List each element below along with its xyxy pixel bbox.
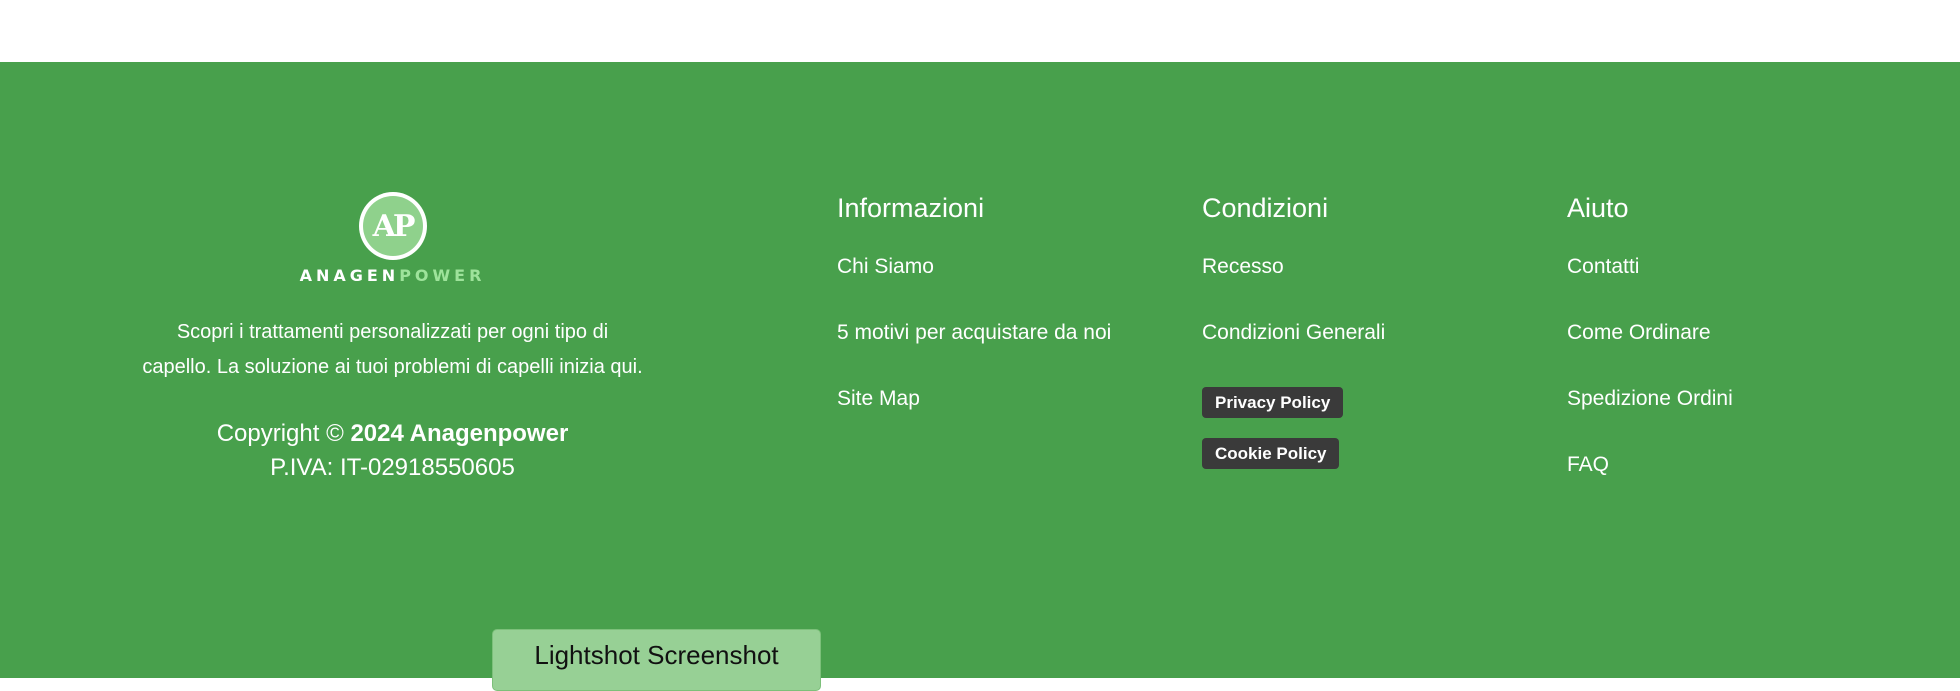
brand-block: AP ANAGENPOWER Scopri i trattamenti pers… — [100, 192, 685, 485]
column-title-condizioni: Condizioni — [1202, 193, 1329, 223]
logo-word-power: POWER — [399, 266, 486, 285]
cookie-policy-button[interactable]: Cookie Policy — [1202, 438, 1340, 469]
anagenpower-logo-icon[interactable]: AP — [358, 192, 427, 260]
copyright-owner: 2024 Anagenpower — [350, 420, 569, 447]
footer-link-condizioni-generali[interactable]: Condizioni Generali — [1202, 321, 1385, 344]
footer-link-come-ordinare[interactable]: Come Ordinare — [1567, 321, 1711, 344]
footer-column-informazioni: Informazioni Chi Siamo 5 motivi per acqu… — [837, 190, 1111, 452]
lightshot-screenshot-tooltip: Lightshot Screenshot — [492, 629, 821, 691]
footer-column-condizioni: Condizioni Recesso Condizioni Generali P… — [1202, 190, 1385, 488]
footer-link-spedizione-ordini[interactable]: Spedizione Ordini — [1567, 387, 1733, 410]
vat-number: P.IVA: IT-02918550605 — [270, 454, 515, 481]
logo-wordmark[interactable]: ANAGENPOWER — [100, 266, 685, 285]
brand-description-line-1: Scopri i trattamenti personalizzati per … — [176, 321, 609, 343]
footer-link-faq[interactable]: FAQ — [1567, 453, 1609, 476]
footer-link-chi-siamo[interactable]: Chi Siamo — [837, 255, 934, 278]
footer-link-site-map[interactable]: Site Map — [837, 387, 920, 410]
logo-monogram: AP — [362, 196, 423, 256]
brand-description: Scopri i trattamenti personalizzati per … — [100, 315, 685, 385]
footer-column-aiuto: Aiuto Contatti Come Ordinare Spedizione … — [1567, 190, 1733, 518]
logo-word-anagen: ANAGEN — [299, 266, 400, 285]
column-title-informazioni: Informazioni — [837, 193, 985, 223]
page-top-area — [0, 0, 1960, 62]
footer-link-recesso[interactable]: Recesso — [1202, 255, 1284, 278]
copyright-prefix: Copyright © — [216, 420, 351, 447]
footer-link-5-motivi[interactable]: 5 motivi per acquistare da noi — [837, 321, 1111, 344]
copyright: Copyright © 2024 Anagenpower P.IVA: IT-0… — [100, 417, 685, 485]
privacy-policy-button[interactable]: Privacy Policy — [1202, 387, 1344, 418]
footer-link-contatti[interactable]: Contatti — [1567, 255, 1639, 278]
site-footer: AP ANAGENPOWER Scopri i trattamenti pers… — [0, 62, 1960, 678]
brand-description-line-2: capello. La soluzione ai tuoi problemi d… — [142, 356, 643, 378]
column-title-aiuto: Aiuto — [1567, 193, 1629, 223]
